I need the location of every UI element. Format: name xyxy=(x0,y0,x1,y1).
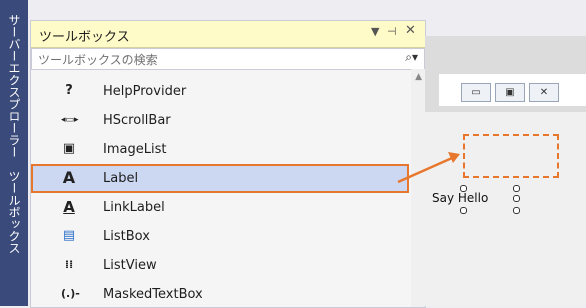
drag-arrow xyxy=(397,152,460,184)
